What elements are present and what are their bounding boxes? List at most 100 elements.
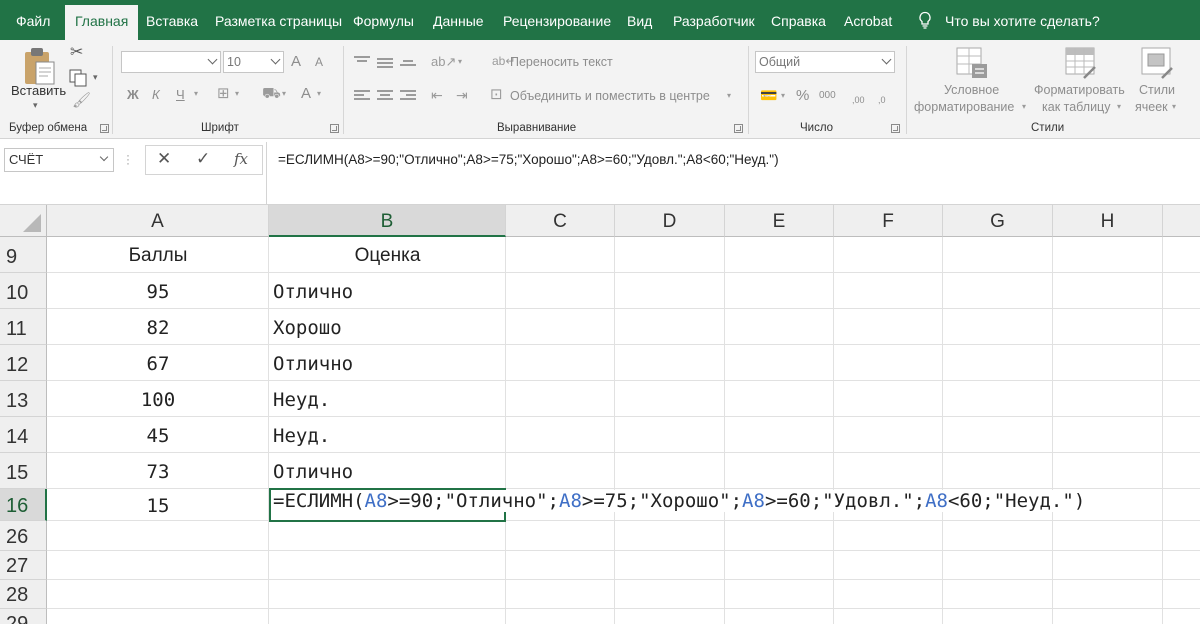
- row-header-11[interactable]: 11: [0, 309, 47, 345]
- paste-icon[interactable]: [22, 46, 58, 88]
- conditional-formatting-line2[interactable]: форматирование: [914, 100, 1014, 114]
- column-header-b[interactable]: B: [269, 205, 506, 237]
- cell-b9[interactable]: Оценка: [269, 245, 506, 267]
- name-box[interactable]: СЧЁТ: [4, 148, 114, 172]
- format-as-table-line2[interactable]: как таблицу: [1042, 100, 1110, 114]
- row-header-10[interactable]: 10: [0, 273, 47, 309]
- tab-review[interactable]: Рецензирование: [503, 0, 611, 40]
- row-header-16[interactable]: 16: [0, 489, 47, 521]
- number-format-combo[interactable]: Общий: [755, 51, 895, 73]
- borders-dropdown-icon[interactable]: ▾: [235, 90, 239, 98]
- enter-formula-icon[interactable]: ✓: [196, 149, 210, 169]
- column-header-e[interactable]: E: [725, 205, 834, 237]
- cell-a16[interactable]: 15: [47, 495, 269, 517]
- column-header-h[interactable]: H: [1053, 205, 1163, 237]
- format-as-table-line1[interactable]: Форматировать: [1034, 83, 1125, 97]
- align-top-icon[interactable]: [354, 56, 370, 68]
- formula-bar-grip-icon[interactable]: · · ·: [126, 149, 130, 169]
- merge-dropdown-icon[interactable]: ▾: [727, 92, 731, 100]
- cell-a15[interactable]: 73: [47, 461, 269, 483]
- column-header-c[interactable]: C: [506, 205, 615, 237]
- cell-a10[interactable]: 95: [47, 281, 269, 303]
- merge-center-icon[interactable]: ⊡: [490, 87, 503, 102]
- percent-button[interactable]: %: [796, 87, 809, 104]
- cell-styles-icon[interactable]: [1140, 46, 1174, 80]
- lightbulb-icon[interactable]: [917, 11, 933, 29]
- copy-icon[interactable]: [69, 69, 89, 87]
- cell-a9[interactable]: Баллы: [47, 245, 269, 267]
- column-header-g[interactable]: G: [943, 205, 1053, 237]
- cell-b16-editor[interactable]: =ЕСЛИМН(A8>=90;"Отлично";A8>=75;"Хорошо"…: [273, 490, 1086, 512]
- align-center-icon[interactable]: [377, 90, 393, 102]
- font-color-button[interactable]: A: [301, 85, 311, 102]
- wrap-text-button[interactable]: Переносить текст: [510, 55, 613, 69]
- tab-acrobat[interactable]: Acrobat: [844, 0, 892, 40]
- font-launcher-icon[interactable]: [330, 124, 339, 133]
- font-name-combo[interactable]: [121, 51, 221, 73]
- increase-decimal-button[interactable]: ,00: [852, 95, 865, 105]
- currency-dropdown-icon[interactable]: ▾: [781, 92, 785, 100]
- align-right-icon[interactable]: [400, 90, 416, 102]
- fill-color-icon[interactable]: ⛟: [262, 86, 281, 101]
- row-header-12[interactable]: 12: [0, 345, 47, 381]
- row-header-13[interactable]: 13: [0, 381, 47, 417]
- tab-insert[interactable]: Вставка: [146, 0, 198, 40]
- tab-help[interactable]: Справка: [771, 0, 826, 40]
- row-header-27[interactable]: 27: [0, 551, 47, 580]
- tab-developer[interactable]: Разработчик: [673, 0, 755, 40]
- orientation-icon[interactable]: ab↗: [431, 55, 456, 68]
- row-header-9[interactable]: 9: [0, 237, 47, 273]
- underline-button[interactable]: Ч: [176, 87, 185, 102]
- cell-styles-line1[interactable]: Стили: [1139, 83, 1175, 97]
- conditional-dropdown-icon[interactable]: ▾: [1022, 103, 1026, 111]
- clipboard-launcher-icon[interactable]: [100, 124, 109, 133]
- cell-b11[interactable]: Хорошо: [273, 317, 342, 339]
- column-header-partial[interactable]: [1163, 205, 1200, 237]
- insert-function-button[interactable]: fx: [234, 150, 248, 168]
- tab-page-layout[interactable]: Разметка страницы: [215, 0, 342, 40]
- cell-a12[interactable]: 67: [47, 353, 269, 375]
- column-header-d[interactable]: D: [615, 205, 725, 237]
- row-header-15[interactable]: 15: [0, 453, 47, 489]
- formula-input[interactable]: =ЕСЛИМН(A8>=90;"Отлично";A8>=75;"Хорошо"…: [266, 142, 1200, 204]
- shrink-font-button[interactable]: A: [315, 55, 323, 69]
- cut-icon[interactable]: ✂: [70, 45, 83, 61]
- underline-dropdown-icon[interactable]: ▾: [194, 90, 198, 98]
- borders-icon[interactable]: ⊞: [217, 86, 230, 101]
- tab-file[interactable]: Файл: [16, 0, 50, 40]
- row-header-29[interactable]: 29: [0, 609, 47, 624]
- cell-b12[interactable]: Отлично: [273, 353, 353, 375]
- column-header-a[interactable]: A: [47, 205, 269, 237]
- cell-a14[interactable]: 45: [47, 425, 269, 447]
- row-header-26[interactable]: 26: [0, 521, 47, 551]
- decrease-indent-icon[interactable]: ⇤: [431, 88, 443, 102]
- tell-me-search[interactable]: Что вы хотите сделать?: [945, 0, 1100, 40]
- fill-dropdown-icon[interactable]: ▾: [282, 90, 286, 98]
- cell-b15[interactable]: Отлично: [273, 461, 353, 483]
- paste-dropdown-icon[interactable]: ▾: [33, 101, 38, 110]
- row-header-28[interactable]: 28: [0, 580, 47, 609]
- align-middle-icon[interactable]: [377, 58, 393, 70]
- cell-a11[interactable]: 82: [47, 317, 269, 339]
- column-header-f[interactable]: F: [834, 205, 943, 237]
- select-all-button[interactable]: [0, 205, 47, 237]
- tab-formulas[interactable]: Формулы: [353, 0, 414, 40]
- currency-icon[interactable]: 💳: [760, 88, 777, 102]
- align-bottom-icon[interactable]: [400, 60, 416, 72]
- increase-indent-icon[interactable]: ⇥: [456, 88, 468, 102]
- thousands-button[interactable]: 000: [819, 90, 836, 101]
- font-size-combo[interactable]: 10: [223, 51, 284, 73]
- cell-styles-dropdown-icon[interactable]: ▾: [1172, 103, 1176, 111]
- number-launcher-icon[interactable]: [891, 124, 900, 133]
- conditional-formatting-icon[interactable]: [955, 46, 989, 80]
- tab-view[interactable]: Вид: [627, 0, 652, 40]
- alignment-launcher-icon[interactable]: [734, 124, 743, 133]
- copy-dropdown-icon[interactable]: ▾: [93, 73, 98, 82]
- cell-styles-line2[interactable]: ячеек: [1135, 100, 1168, 114]
- format-as-table-icon[interactable]: [1064, 46, 1098, 80]
- merge-center-button[interactable]: Объединить и поместить в центре: [510, 89, 710, 103]
- decrease-decimal-button[interactable]: ,0: [878, 95, 886, 105]
- align-left-icon[interactable]: [354, 90, 370, 102]
- font-color-dropdown-icon[interactable]: ▾: [317, 90, 321, 98]
- bold-button[interactable]: Ж: [127, 87, 139, 102]
